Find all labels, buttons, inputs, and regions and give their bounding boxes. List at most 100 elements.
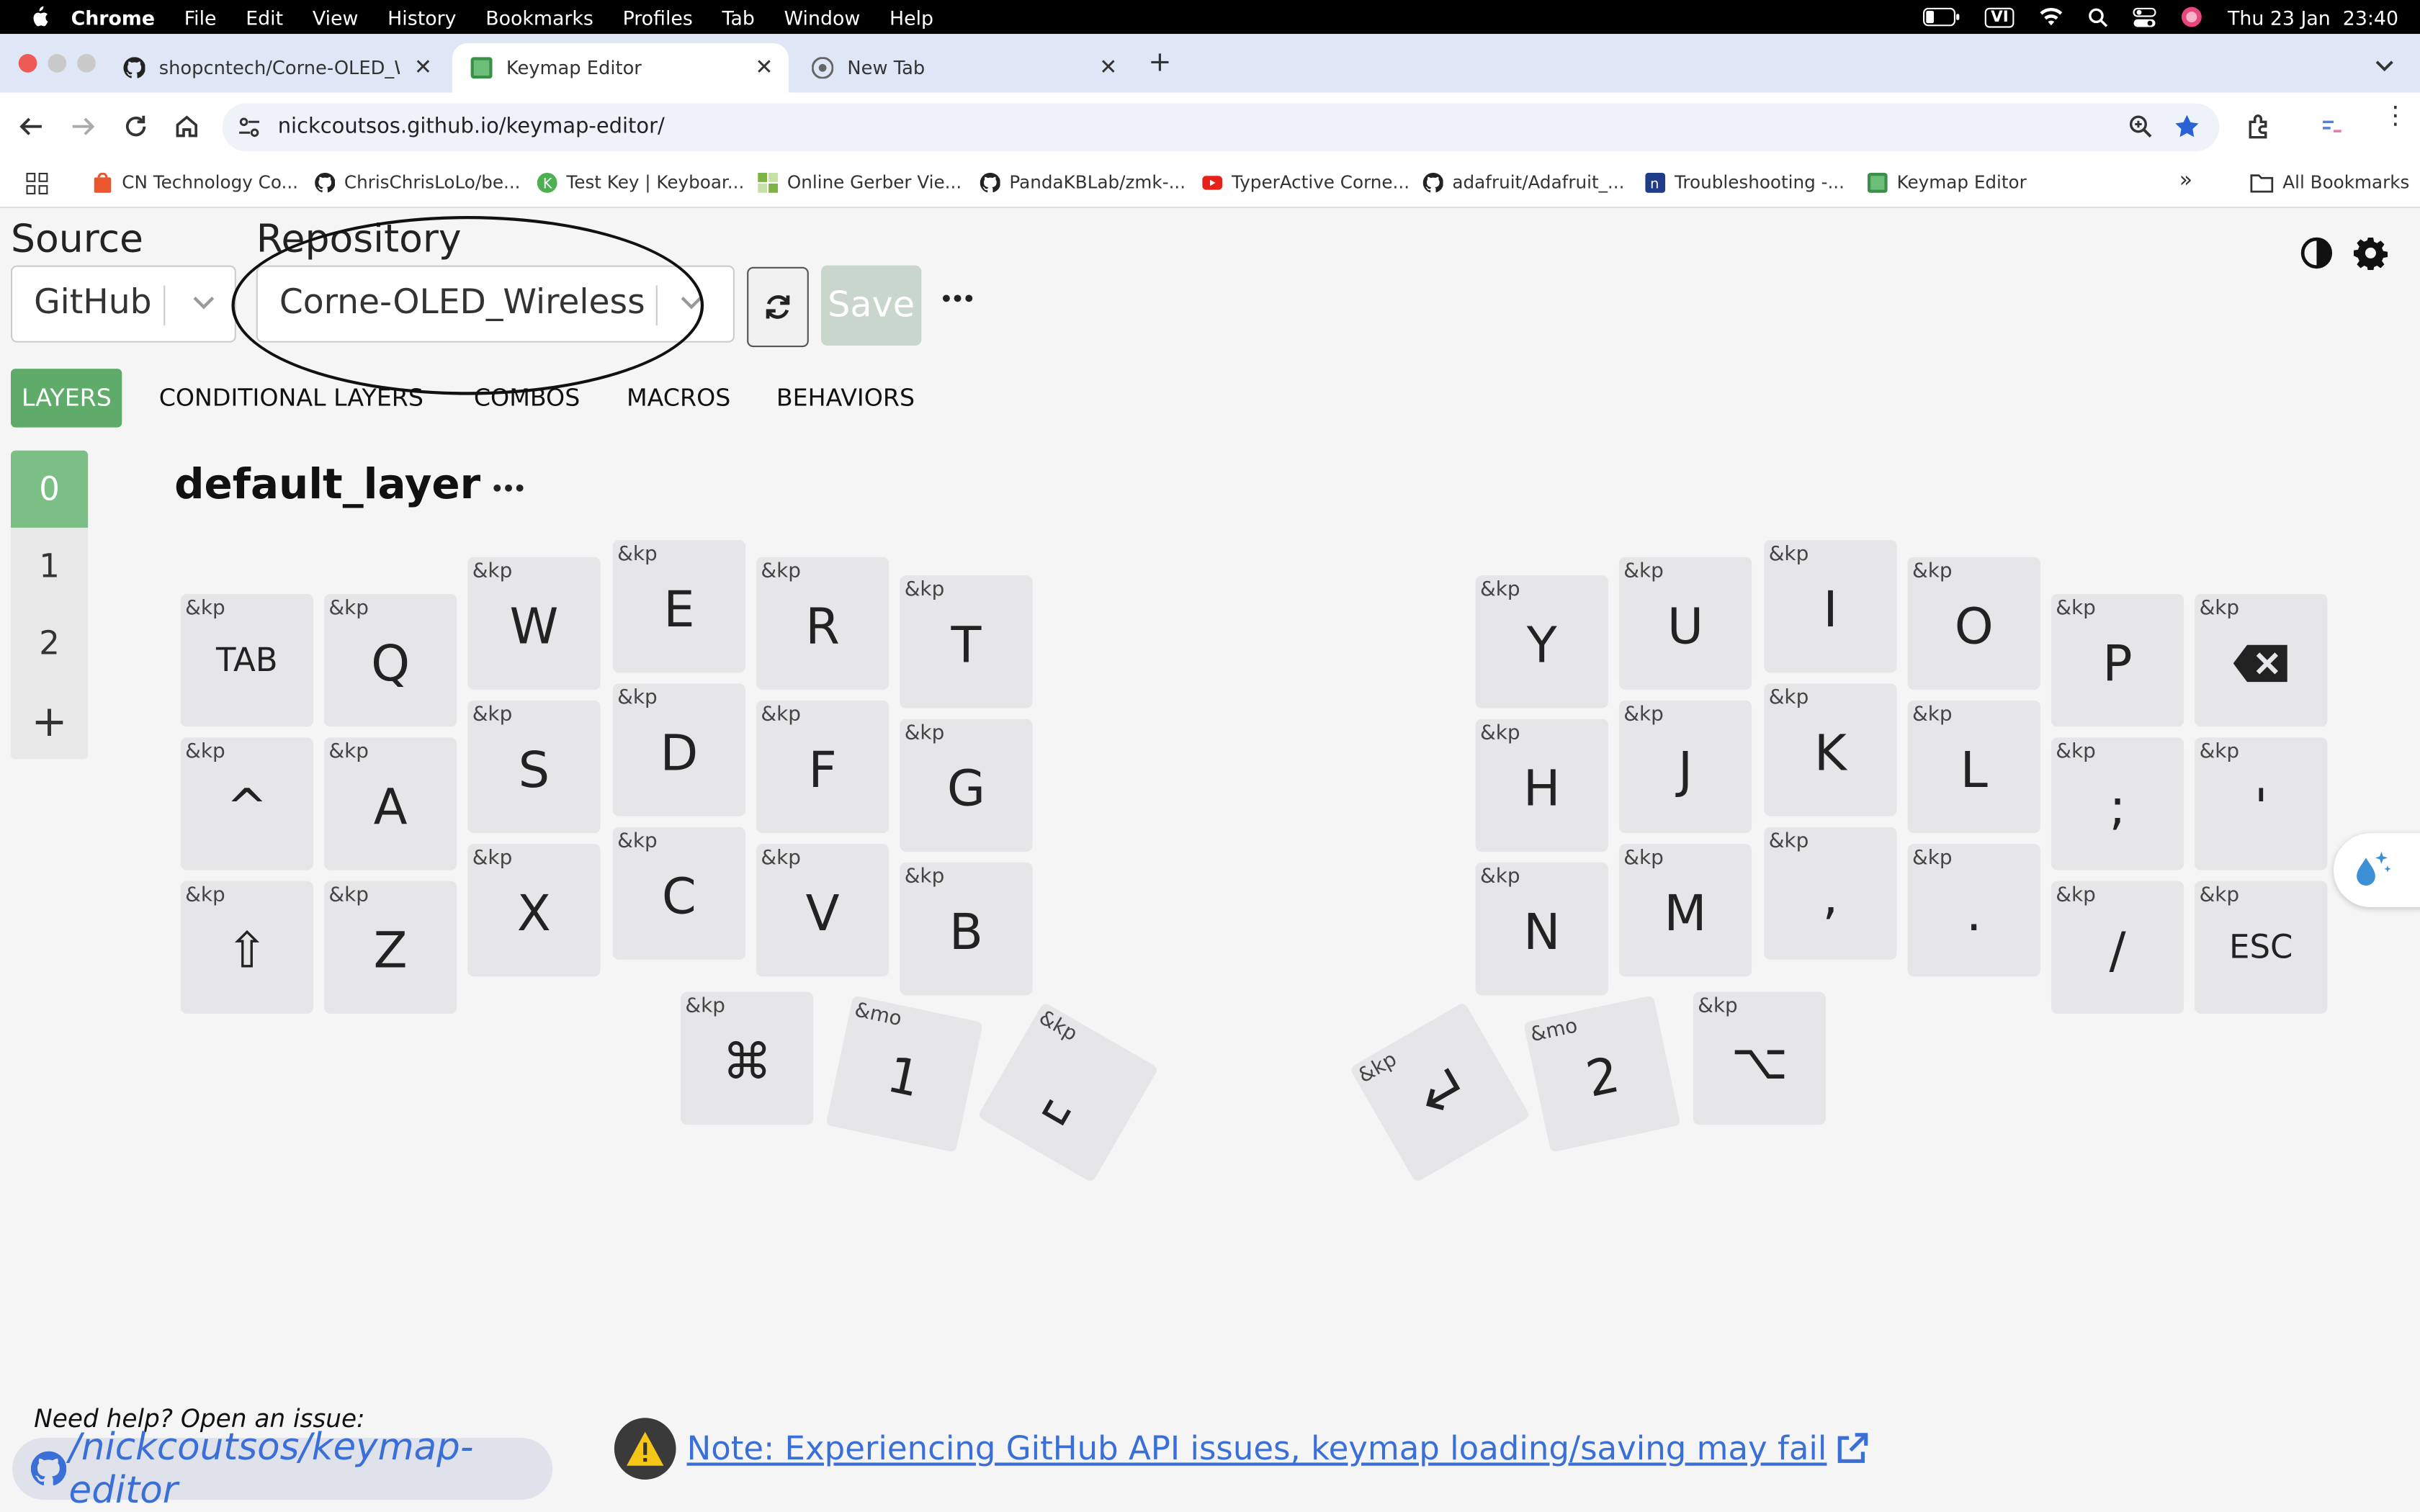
source-select[interactable]: GitHub xyxy=(11,265,236,343)
address-bar[interactable]: nickcoutsos.github.io/keymap-editor/ xyxy=(222,103,2220,151)
key-0[interactable]: &kp TAB xyxy=(180,594,313,727)
bookmark-item[interactable]: K Test Key | Keyboar... xyxy=(537,171,744,193)
window-close-button[interactable] xyxy=(18,54,37,73)
tab-combos[interactable]: COMBOS xyxy=(474,369,580,427)
close-tab-icon[interactable]: ✕ xyxy=(755,55,773,80)
key-11[interactable]: &kp G xyxy=(900,719,1033,852)
key-19[interactable]: &mo 1 xyxy=(825,995,984,1153)
battery-icon[interactable] xyxy=(1922,7,1960,27)
key-4[interactable]: &kp R xyxy=(756,557,889,690)
reload-repo-button[interactable] xyxy=(747,266,809,348)
bookmark-item[interactable]: ChrisChrisLoLo/be... xyxy=(315,171,521,193)
menu-bookmarks[interactable]: Bookmarks xyxy=(485,6,593,29)
forward-arrow-icon[interactable] xyxy=(69,112,97,140)
key-30[interactable]: &kp L xyxy=(1907,700,2040,834)
key-34[interactable]: &kp M xyxy=(1618,844,1752,977)
key-14[interactable]: &kp X xyxy=(467,844,601,977)
external-link-icon[interactable] xyxy=(1834,1432,1868,1466)
menu-profiles[interactable]: Profiles xyxy=(623,6,693,29)
key-15[interactable]: &kp C xyxy=(612,827,745,960)
key-21[interactable]: &kp Y xyxy=(1475,575,1608,708)
key-5[interactable]: &kp T xyxy=(900,575,1033,708)
tab-conditional-layers[interactable]: CONDITIONAL LAYERS xyxy=(159,369,424,427)
menu-window[interactable]: Window xyxy=(784,6,861,29)
key-24[interactable]: &kp O xyxy=(1907,557,2040,690)
layer-item-0[interactable]: 0 xyxy=(11,450,89,528)
key-31[interactable]: &kp; xyxy=(2051,737,2184,870)
key-16[interactable]: &kp V xyxy=(756,844,889,977)
key-3[interactable]: &kp E xyxy=(612,540,745,673)
window-zoom-button[interactable] xyxy=(77,54,96,73)
editor-more-menu-button[interactable]: ••• xyxy=(940,289,975,312)
key-20[interactable]: &kp ␣ xyxy=(977,1002,1159,1184)
key-27[interactable]: &kp H xyxy=(1475,719,1608,852)
close-tab-icon[interactable]: ✕ xyxy=(414,55,432,80)
key-18[interactable]: &kp ⌘ xyxy=(681,991,814,1125)
siri-icon[interactable] xyxy=(2182,6,2203,28)
layer-name[interactable]: default_layer xyxy=(174,462,480,509)
bookmark-item[interactable]: TyperActive Corne... xyxy=(1202,171,1410,193)
bookmark-item[interactable]: Keymap Editor xyxy=(1867,171,2027,193)
key-36[interactable]: &kp. xyxy=(1907,844,2040,977)
key-22[interactable]: &kp U xyxy=(1618,557,1752,690)
zoom-icon[interactable] xyxy=(2128,114,2153,139)
back-arrow-icon[interactable] xyxy=(17,112,45,140)
key-29[interactable]: &kp K xyxy=(1764,683,1897,816)
settings-gear-icon[interactable] xyxy=(2353,236,2388,270)
control-center-icon[interactable] xyxy=(2133,6,2157,27)
url-text[interactable]: nickcoutsos.github.io/keymap-editor/ xyxy=(278,114,665,139)
github-issues-link[interactable]: /nickcoutsos/keymap-editor xyxy=(12,1426,553,1512)
menu-view[interactable]: View xyxy=(313,6,359,29)
key-26[interactable]: &kp xyxy=(2195,594,2328,727)
key-2[interactable]: &kp W xyxy=(467,557,601,690)
profile-extension-icon[interactable] xyxy=(2320,114,2344,139)
key-23[interactable]: &kp I xyxy=(1764,540,1897,673)
key-37[interactable]: &kp / xyxy=(2051,881,2184,1014)
key-41[interactable]: &kp ⌥ xyxy=(1693,991,1826,1125)
key-40[interactable]: &mo 2 xyxy=(1523,995,1681,1153)
extensions-puzzle-icon[interactable] xyxy=(2246,112,2274,140)
spotlight-search-icon[interactable] xyxy=(2089,7,2109,27)
key-35[interactable]: &kp, xyxy=(1764,827,1897,960)
site-info-icon[interactable] xyxy=(238,116,261,139)
layer-item-2[interactable]: 2 xyxy=(11,605,88,682)
layer-item-1[interactable]: 1 xyxy=(11,528,88,605)
key-25[interactable]: &kp P xyxy=(2051,594,2184,727)
tab-macros[interactable]: MACROS xyxy=(627,369,730,427)
home-icon[interactable] xyxy=(173,112,201,140)
key-17[interactable]: &kp B xyxy=(900,862,1033,996)
key-32[interactable]: &kp ' xyxy=(2195,737,2328,870)
bookmark-item[interactable]: n Troubleshooting -... xyxy=(1645,171,1845,193)
key-6[interactable]: &kp ^ xyxy=(180,737,313,870)
menu-tab[interactable]: Tab xyxy=(722,6,755,29)
wifi-icon[interactable] xyxy=(2040,7,2064,27)
bookmark-item[interactable]: adafruit/Adafruit_... xyxy=(1422,171,1624,193)
menu-help[interactable]: Help xyxy=(889,6,933,29)
tab-search-chevron-icon[interactable] xyxy=(2374,51,2396,81)
key-8[interactable]: &kp S xyxy=(467,700,601,834)
tab-keymap-editor[interactable]: Keymap Editor ✕ xyxy=(452,43,789,93)
add-layer-button[interactable]: + xyxy=(11,682,88,759)
bookmark-item[interactable]: Online Gerber Vie... xyxy=(758,171,962,193)
new-tab-plus-icon[interactable]: + xyxy=(1148,46,1171,78)
tab-behaviors[interactable]: BEHAVIORS xyxy=(776,369,915,427)
input-source-indicator[interactable]: VI xyxy=(1984,6,2015,27)
theme-contrast-icon[interactable] xyxy=(2300,236,2334,270)
bookmark-item[interactable]: PandaKBLab/zmk-... xyxy=(980,171,1186,193)
tab-new-tab[interactable]: New Tab ✕ xyxy=(793,43,1132,93)
close-tab-icon[interactable]: ✕ xyxy=(1099,55,1117,80)
key-10[interactable]: &kp F xyxy=(756,700,889,834)
menu-file[interactable]: File xyxy=(184,6,217,29)
all-bookmarks-folder[interactable]: All Bookmarks xyxy=(2250,171,2409,193)
key-39[interactable]: &kp xyxy=(1349,1002,1531,1184)
key-38[interactable]: &kp ESC xyxy=(2195,881,2328,1014)
side-widget-button[interactable] xyxy=(2334,833,2420,907)
key-1[interactable]: &kp Q xyxy=(324,594,457,727)
reload-icon[interactable] xyxy=(122,112,150,140)
bookmark-star-icon[interactable] xyxy=(2173,112,2201,140)
key-28[interactable]: &kp J xyxy=(1618,700,1752,834)
menu-edit[interactable]: Edit xyxy=(246,6,283,29)
key-7[interactable]: &kp A xyxy=(324,737,457,870)
menu-history[interactable]: History xyxy=(387,6,456,29)
layer-more-menu-button[interactable]: ••• xyxy=(490,478,526,501)
